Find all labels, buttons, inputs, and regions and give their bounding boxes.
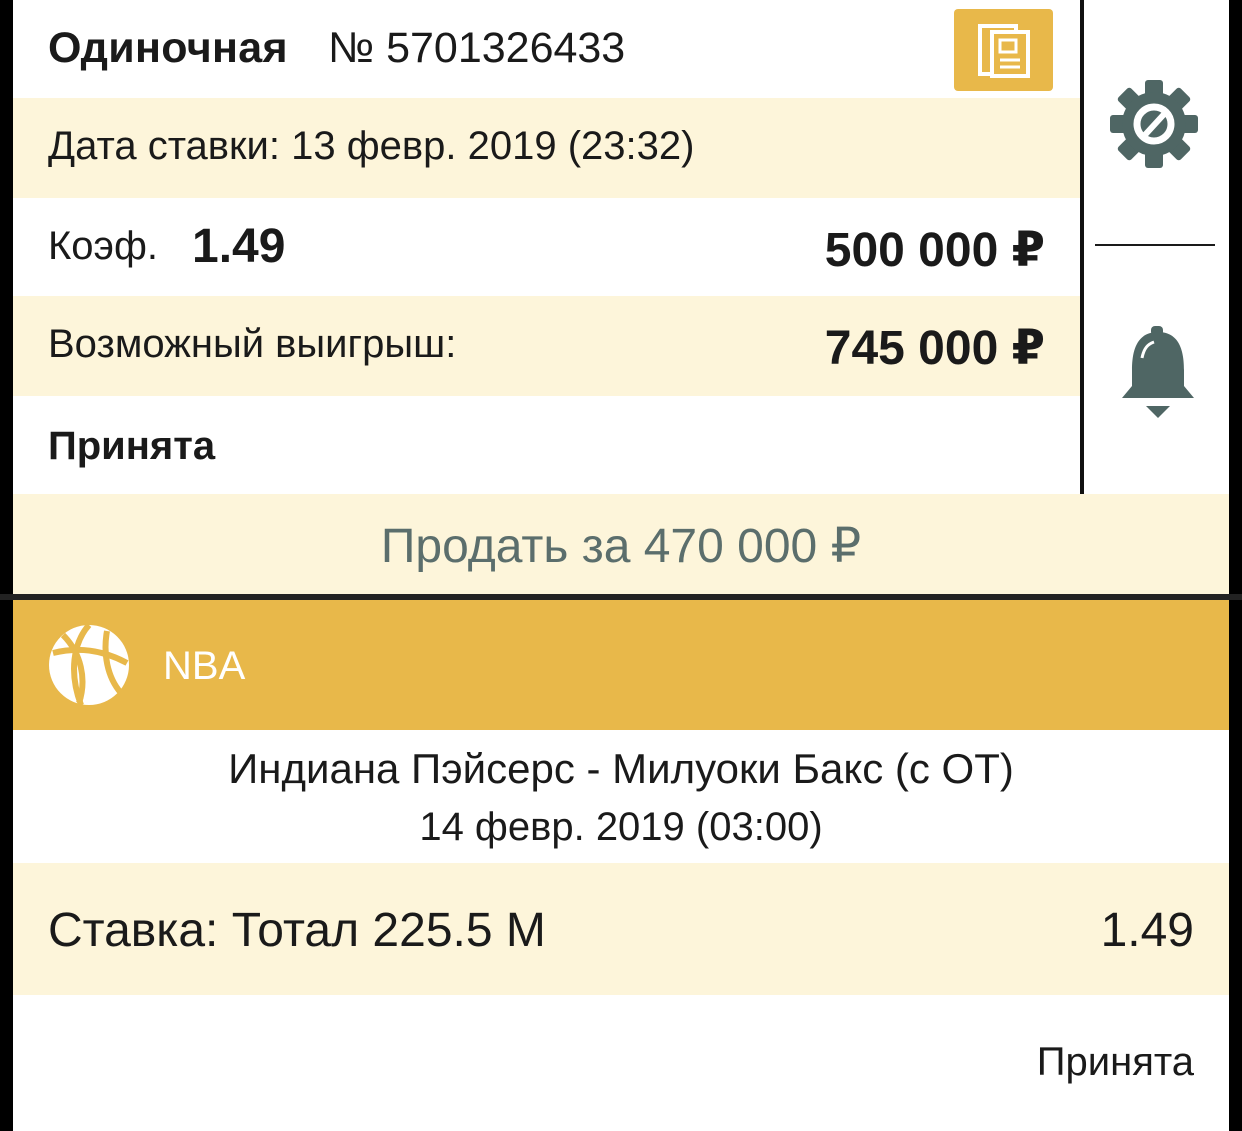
document-icon [978,24,1030,78]
league-name: NBA [163,644,246,688]
bet-selection-odds: 1.49 [1100,904,1194,957]
possible-win-row: Возможный выигрыш: 745 000 ₽ [13,296,1080,396]
match-title: Индиана Пэйсерс - Милуоки Бакс (с ОТ) [228,745,1014,792]
bet-number: № 5701326433 [328,24,626,72]
possible-win-amount: 745 000 ₽ [824,322,1045,375]
bet-status: Принята [48,424,216,468]
coef-row: Коэф. 1.49 500 000 ₽ [13,198,1080,296]
sell-button[interactable]: Продать за 470 000 ₽ [13,494,1229,594]
settings-button[interactable] [1108,78,1200,170]
stake-amount: 500 000 ₽ [824,224,1045,277]
status-row: Принята [13,396,1080,494]
bet-date: Дата ставки: 13 февр. 2019 (23:32) [48,124,695,168]
bet-header-row: Одиночная № 5701326433 [13,0,1080,98]
bell-icon [1122,326,1194,418]
bet-selection-row: Ставка: Тотал 225.5 М 1.49 [13,863,1229,995]
bet-card: Одиночная № 5701326433 Дата ставки: 13 ф… [13,0,1229,594]
possible-win-label: Возможный выигрыш: [48,322,457,366]
basketball-icon [49,623,129,707]
bet-selection: Ставка: Тотал 225.5 М [48,904,546,957]
match-date: 14 февр. 2019 (03:00) [419,805,823,849]
bet-type: Одиночная [48,24,288,72]
bet-date-row: Дата ставки: 13 февр. 2019 (23:32) [13,98,1080,198]
sell-label: Продать за 470 000 ₽ [380,520,862,573]
side-separator [1095,244,1215,246]
coef-value: 1.49 [192,220,286,273]
coef-label: Коэф. [48,224,158,268]
selection-status: Принята [1036,1040,1194,1084]
document-button[interactable] [954,9,1053,91]
notification-button[interactable] [1118,322,1198,422]
gear-icon [1110,80,1198,168]
league-header: NBA [13,600,1229,730]
event-card: NBA Индиана Пэйсерс - Милуоки Бакс (с ОТ… [13,600,1229,1131]
